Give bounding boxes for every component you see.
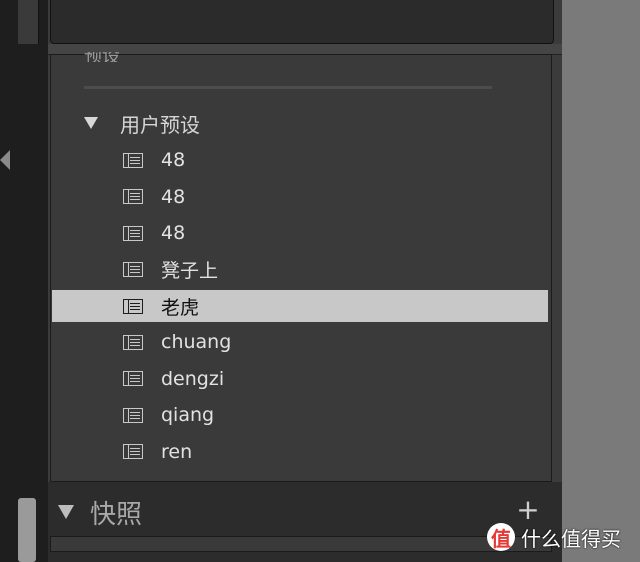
preset-label: qiang (161, 404, 215, 427)
watermark: 值 什么值得买 (487, 521, 621, 553)
preset-label: 48 (161, 185, 186, 208)
preset-item[interactable]: 48 (52, 215, 548, 252)
preset-item[interactable]: 48 (52, 142, 548, 179)
triangle-down-icon[interactable] (84, 117, 98, 129)
collapse-left-panel-icon[interactable] (0, 150, 10, 170)
preset-label: 老虎 (161, 296, 200, 319)
user-presets-group-header[interactable]: 用户预设 (84, 108, 200, 138)
preset-label: chuang (161, 331, 232, 354)
preset-icon (123, 189, 143, 205)
preset-icon (123, 334, 143, 350)
preset-icon (123, 407, 143, 423)
preset-item[interactable]: chuang (52, 324, 548, 361)
preset-icon (123, 262, 143, 278)
preset-item[interactable]: dengzi (52, 361, 548, 398)
preset-item[interactable]: 凳子上 (52, 252, 548, 289)
scrolled-section-header[interactable]: 预设 (84, 52, 174, 62)
preset-label: 48 (161, 222, 186, 245)
preset-icon (123, 371, 143, 387)
left-panel-strip (0, 0, 48, 562)
preset-icon (123, 444, 143, 460)
snapshots-list-box (50, 536, 552, 552)
preset-label: dengzi (161, 367, 225, 390)
user-presets-list: 48 48 48 凳子上 老虎 chuang dengzi qiang ren (52, 142, 548, 470)
preset-item[interactable]: qiang (52, 397, 548, 434)
preset-label: 48 (161, 149, 186, 172)
preset-item[interactable]: ren (52, 434, 548, 471)
triangle-down-icon[interactable] (58, 505, 74, 519)
preset-icon (123, 298, 143, 314)
preset-icon (123, 225, 143, 241)
left-scrollbar-top[interactable] (18, 0, 39, 44)
top-preview-box (50, 0, 554, 44)
snapshots-title: 快照 (90, 499, 143, 530)
preset-label: ren (161, 440, 193, 463)
user-presets-title: 用户预设 (120, 112, 200, 137)
preset-label: 凳子上 (161, 260, 219, 283)
section-divider (84, 86, 492, 89)
scrolled-section-label: 预设 (84, 52, 174, 62)
watermark-text: 什么值得买 (521, 526, 621, 551)
right-gray-area (562, 0, 640, 562)
preset-icon (123, 152, 143, 168)
watermark-logo: 值 (487, 523, 515, 551)
preset-item-selected[interactable]: 老虎 (52, 290, 548, 322)
snapshots-header[interactable]: 快照 (58, 494, 142, 530)
preset-item[interactable]: 48 (52, 179, 548, 216)
add-snapshot-button[interactable]: + (516, 496, 540, 524)
left-scrollbar-thumb[interactable] (18, 498, 36, 562)
